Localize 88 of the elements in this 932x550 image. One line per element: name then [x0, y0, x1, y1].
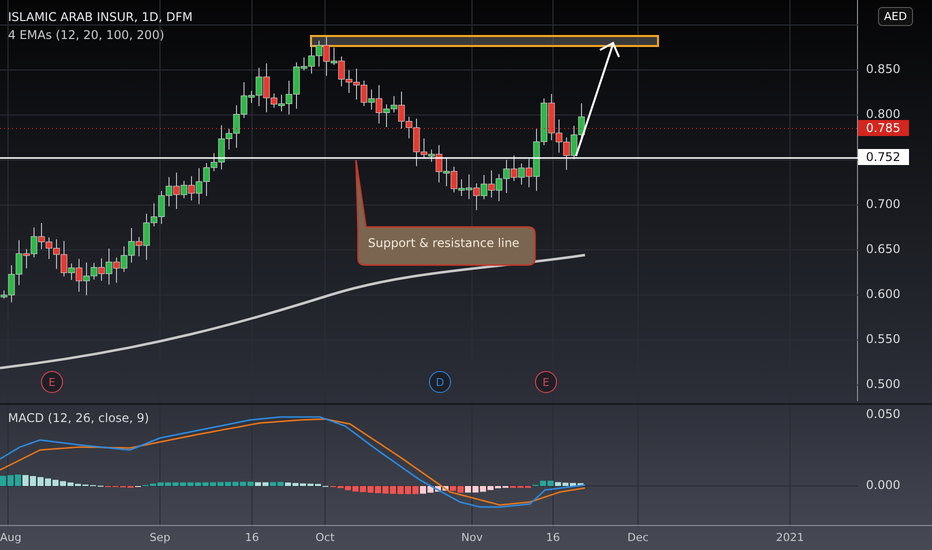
histogram-bar: [450, 486, 456, 491]
histogram-bar: [218, 482, 224, 486]
date-label: Sep: [150, 531, 170, 544]
symbol-title: ISLAMIC ARAB INSUR, 1D, DFM: [8, 10, 193, 24]
histogram-bar: [352, 486, 358, 492]
price-tick: 0.700: [866, 197, 900, 211]
date-label: 2021: [776, 531, 804, 544]
histogram-bar: [180, 482, 186, 486]
histogram-bar: [210, 482, 216, 486]
histogram-bar: [188, 482, 194, 486]
price-tick: 0.000: [866, 478, 900, 492]
currency-button[interactable]: AED: [878, 7, 913, 26]
histogram-bar: [68, 482, 74, 486]
histogram-bar: [495, 486, 501, 488]
histogram-bar: [172, 482, 178, 486]
histogram-bar: [368, 486, 374, 493]
histogram-bar: [488, 486, 494, 490]
histogram-bar: [255, 482, 261, 486]
histogram-bar: [8, 475, 14, 486]
histogram-bar: [0, 476, 6, 486]
date-label: Nov: [461, 531, 483, 544]
date-label: Oct: [315, 531, 335, 544]
histogram-bar: [548, 480, 554, 486]
date-label: 16: [546, 531, 560, 544]
event-marker[interactable]: D: [429, 371, 451, 393]
histogram-bar: [270, 482, 276, 486]
price-tick: 0.650: [866, 242, 900, 256]
histogram-bar: [22, 475, 28, 486]
histogram-bar: [285, 482, 291, 486]
histogram-bar: [562, 482, 568, 486]
histogram-bar: [382, 486, 388, 494]
callout-text: Support & resistance line: [368, 236, 520, 250]
histogram-bar: [570, 482, 576, 486]
event-marker[interactable]: E: [41, 371, 63, 393]
histogram-bar: [412, 486, 418, 494]
histogram-bar: [75, 484, 81, 486]
histogram-bar: [405, 486, 411, 494]
histogram-bar: [458, 486, 464, 493]
histogram-bar: [158, 482, 164, 486]
histogram-bar: [52, 480, 58, 486]
histogram-bar: [262, 482, 268, 486]
histogram-bar: [375, 486, 381, 494]
indicator-label: 4 EMAs (12, 20, 100, 200): [8, 28, 166, 42]
histogram-bar: [480, 486, 486, 492]
price-tick: 0.050: [866, 407, 900, 421]
event-marker[interactable]: E: [535, 371, 557, 393]
histogram-bar: [30, 476, 36, 486]
histogram-bar: [195, 482, 201, 486]
date-label: Dec: [627, 531, 649, 544]
histogram-bar: [540, 480, 546, 486]
histogram-bar: [165, 482, 171, 486]
histogram-bar: [292, 483, 298, 486]
histogram-bar: [232, 482, 238, 486]
date-label: Aug: [0, 531, 22, 544]
histogram-bar: [442, 486, 448, 491]
histogram-bar: [555, 482, 561, 486]
histogram-bar: [300, 483, 306, 486]
price-tick: 0.800: [866, 107, 900, 121]
histogram-bar: [278, 482, 284, 486]
histogram-bar: [15, 474, 21, 486]
price-label: 0.785: [858, 120, 910, 136]
date-label: 16: [245, 531, 259, 544]
price-tick: 0.600: [866, 287, 900, 301]
histogram-bar: [225, 482, 231, 486]
histogram-bar: [248, 482, 254, 486]
price-label: 0.752: [858, 149, 910, 166]
histogram-bar: [150, 484, 156, 486]
histogram-bar: [308, 484, 314, 486]
price-tick: 0.850: [866, 62, 900, 76]
histogram-bar: [420, 486, 426, 494]
histogram-bar: [398, 486, 404, 494]
histogram-bar: [435, 486, 441, 492]
histogram-bar: [338, 486, 344, 488]
histogram-bar: [60, 481, 66, 486]
histogram-bar: [390, 486, 396, 494]
histogram-bar: [472, 486, 478, 493]
histogram-bar: [360, 486, 366, 492]
price-tick: 0.500: [866, 377, 900, 391]
histogram-bar: [315, 484, 321, 486]
histogram-bar: [578, 483, 584, 486]
price-tick: 0.550: [866, 332, 900, 346]
histogram-bar: [465, 486, 471, 493]
histogram-bar: [345, 486, 351, 490]
histogram-bar: [45, 478, 51, 486]
indicator-label: MACD (12, 26, close, 9): [8, 411, 150, 425]
histogram-bar: [240, 482, 246, 486]
histogram-bar: [202, 482, 208, 486]
histogram-bar: [38, 477, 44, 486]
